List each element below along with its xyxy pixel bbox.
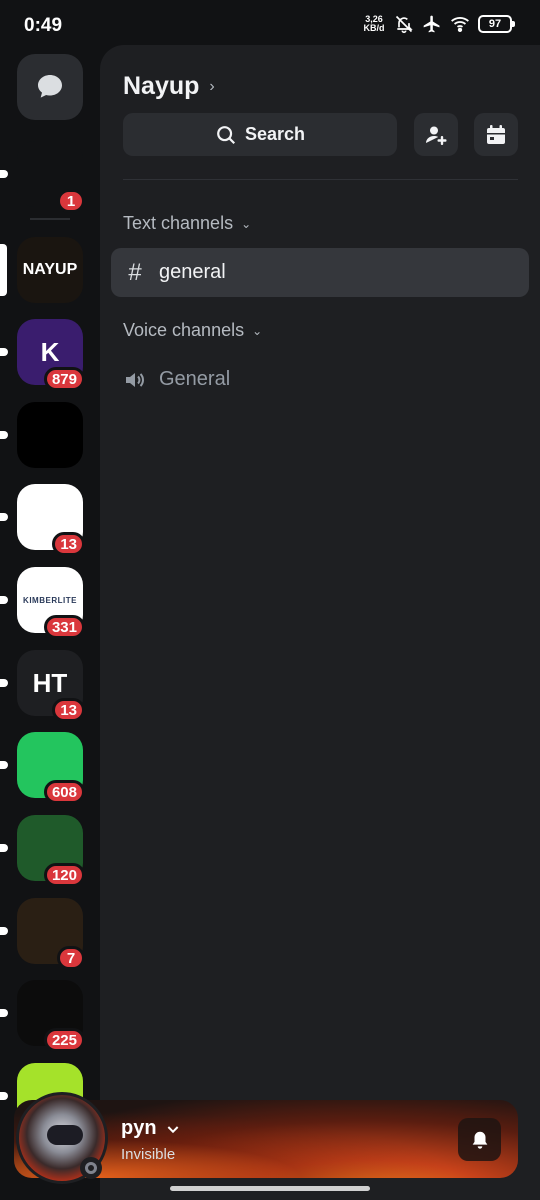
- chat-bubble-icon: [38, 75, 62, 98]
- category-label: Voice channels: [123, 320, 245, 340]
- server-7[interactable]: 7: [0, 898, 85, 970]
- category-text-channels[interactable]: Text channels ⌄: [123, 213, 251, 234]
- mention-badge: 7: [57, 946, 85, 970]
- unread-indicator: [0, 431, 8, 439]
- unread-indicator: [0, 513, 8, 521]
- server-4[interactable]: 13: [0, 484, 85, 556]
- unread-indicator: [0, 348, 8, 356]
- mention-badge: 13: [52, 698, 85, 722]
- server-nayup[interactable]: NAYUP: [0, 237, 83, 303]
- calendar-icon: [487, 124, 505, 144]
- unread-indicator: [0, 1009, 8, 1017]
- wifi-icon: [451, 17, 469, 32]
- server-6[interactable]: 120: [0, 815, 85, 887]
- search-icon: [217, 125, 235, 144]
- unread-indicator: [0, 170, 8, 178]
- server-icon: [17, 402, 83, 468]
- server-8[interactable]: 225: [0, 980, 85, 1052]
- username-label: pyn: [121, 1117, 157, 1139]
- avatar-visor: [47, 1125, 83, 1145]
- user-status: Invisible: [121, 1146, 176, 1163]
- channel-general[interactable]: # general: [111, 248, 529, 297]
- channel-panel: Nayup › Search Text channels ⌄ # general…: [100, 45, 540, 1200]
- unread-indicator: [0, 679, 8, 687]
- search-button[interactable]: Search: [123, 113, 397, 156]
- unread-indicator: [0, 244, 7, 296]
- username[interactable]: pyn: [121, 1117, 181, 1140]
- text-channel-icon: #: [128, 258, 142, 286]
- server-3[interactable]: [0, 402, 83, 468]
- server-name: Nayup: [123, 72, 200, 100]
- add-user-icon: [426, 126, 447, 145]
- server-rail: 1 NAYUP K 879 13 KIMBERLITE 331 HT 13 608 120 7 225: [0, 50, 100, 1200]
- mention-badge: 13: [52, 532, 85, 556]
- unread-indicator: [0, 927, 8, 935]
- category-voice-channels[interactable]: Voice channels ⌄: [123, 320, 262, 341]
- events-button[interactable]: [474, 113, 518, 156]
- channel-name: general: [159, 261, 226, 283]
- server-2[interactable]: K 879: [0, 319, 85, 391]
- unread-indicator: [0, 596, 8, 604]
- speaker-icon: [126, 372, 144, 387]
- chevron-down-icon: ⌄: [252, 323, 263, 338]
- net-speed: 3,26 KB/d: [362, 15, 386, 33]
- chevron-down-icon: [167, 1125, 178, 1133]
- bell-muted-icon: [395, 15, 413, 34]
- server-icon-label: HT: [32, 667, 68, 698]
- server-icon: NAYUP: [17, 237, 83, 303]
- rail-divider: [30, 218, 70, 220]
- status-time: 0:49: [24, 15, 63, 36]
- channel-name: General: [159, 368, 231, 390]
- battery-indicator: 97: [478, 15, 515, 33]
- server-icon-label: KIMBERLITE: [23, 595, 77, 605]
- chevron-right-icon: ›: [209, 77, 215, 95]
- screen: 0:49 3,26 KB/d 97 1 NAYUP K 879 13 KIMBERLITE…: [0, 0, 540, 1200]
- mention-badge: 120: [43, 863, 85, 887]
- voice-channel-general[interactable]: General: [111, 355, 529, 404]
- server-title[interactable]: Nayup ›: [123, 72, 215, 101]
- search-label: Search: [244, 124, 306, 144]
- mention-badge: 608: [43, 780, 85, 804]
- server-1[interactable]: 1: [0, 141, 85, 213]
- status-icons: 3,26 KB/d 97: [362, 14, 515, 34]
- server-kimberlite[interactable]: KIMBERLITE 331: [0, 567, 85, 639]
- mention-badge: 225: [43, 1028, 85, 1052]
- mention-badge: 331: [43, 615, 85, 639]
- notifications-button[interactable]: [458, 1118, 501, 1161]
- unread-indicator: [0, 1092, 8, 1100]
- status-bar: 0:49 3,26 KB/d 97: [0, 0, 540, 50]
- direct-messages-button[interactable]: [17, 54, 83, 120]
- invisible-status-icon: [80, 1157, 102, 1179]
- airplane-icon: [423, 15, 440, 33]
- server-icon-label: NAYUP: [22, 261, 78, 278]
- unread-indicator: [0, 844, 8, 852]
- home-indicator[interactable]: [170, 1186, 370, 1191]
- unread-indicator: [0, 761, 8, 769]
- category-label: Text channels: [123, 213, 234, 233]
- net-speed-unit: KB/d: [363, 23, 385, 33]
- bell-icon: [472, 1131, 487, 1149]
- chevron-down-icon: ⌄: [241, 216, 252, 231]
- server-ht[interactable]: HT 13: [0, 650, 85, 722]
- invite-members-button[interactable]: [414, 113, 458, 156]
- mention-badge: 879: [43, 367, 85, 391]
- server-5[interactable]: 608: [0, 732, 85, 804]
- server-icon-label: K: [40, 336, 60, 367]
- panel-divider: [123, 179, 518, 180]
- mention-badge: 1: [57, 189, 85, 213]
